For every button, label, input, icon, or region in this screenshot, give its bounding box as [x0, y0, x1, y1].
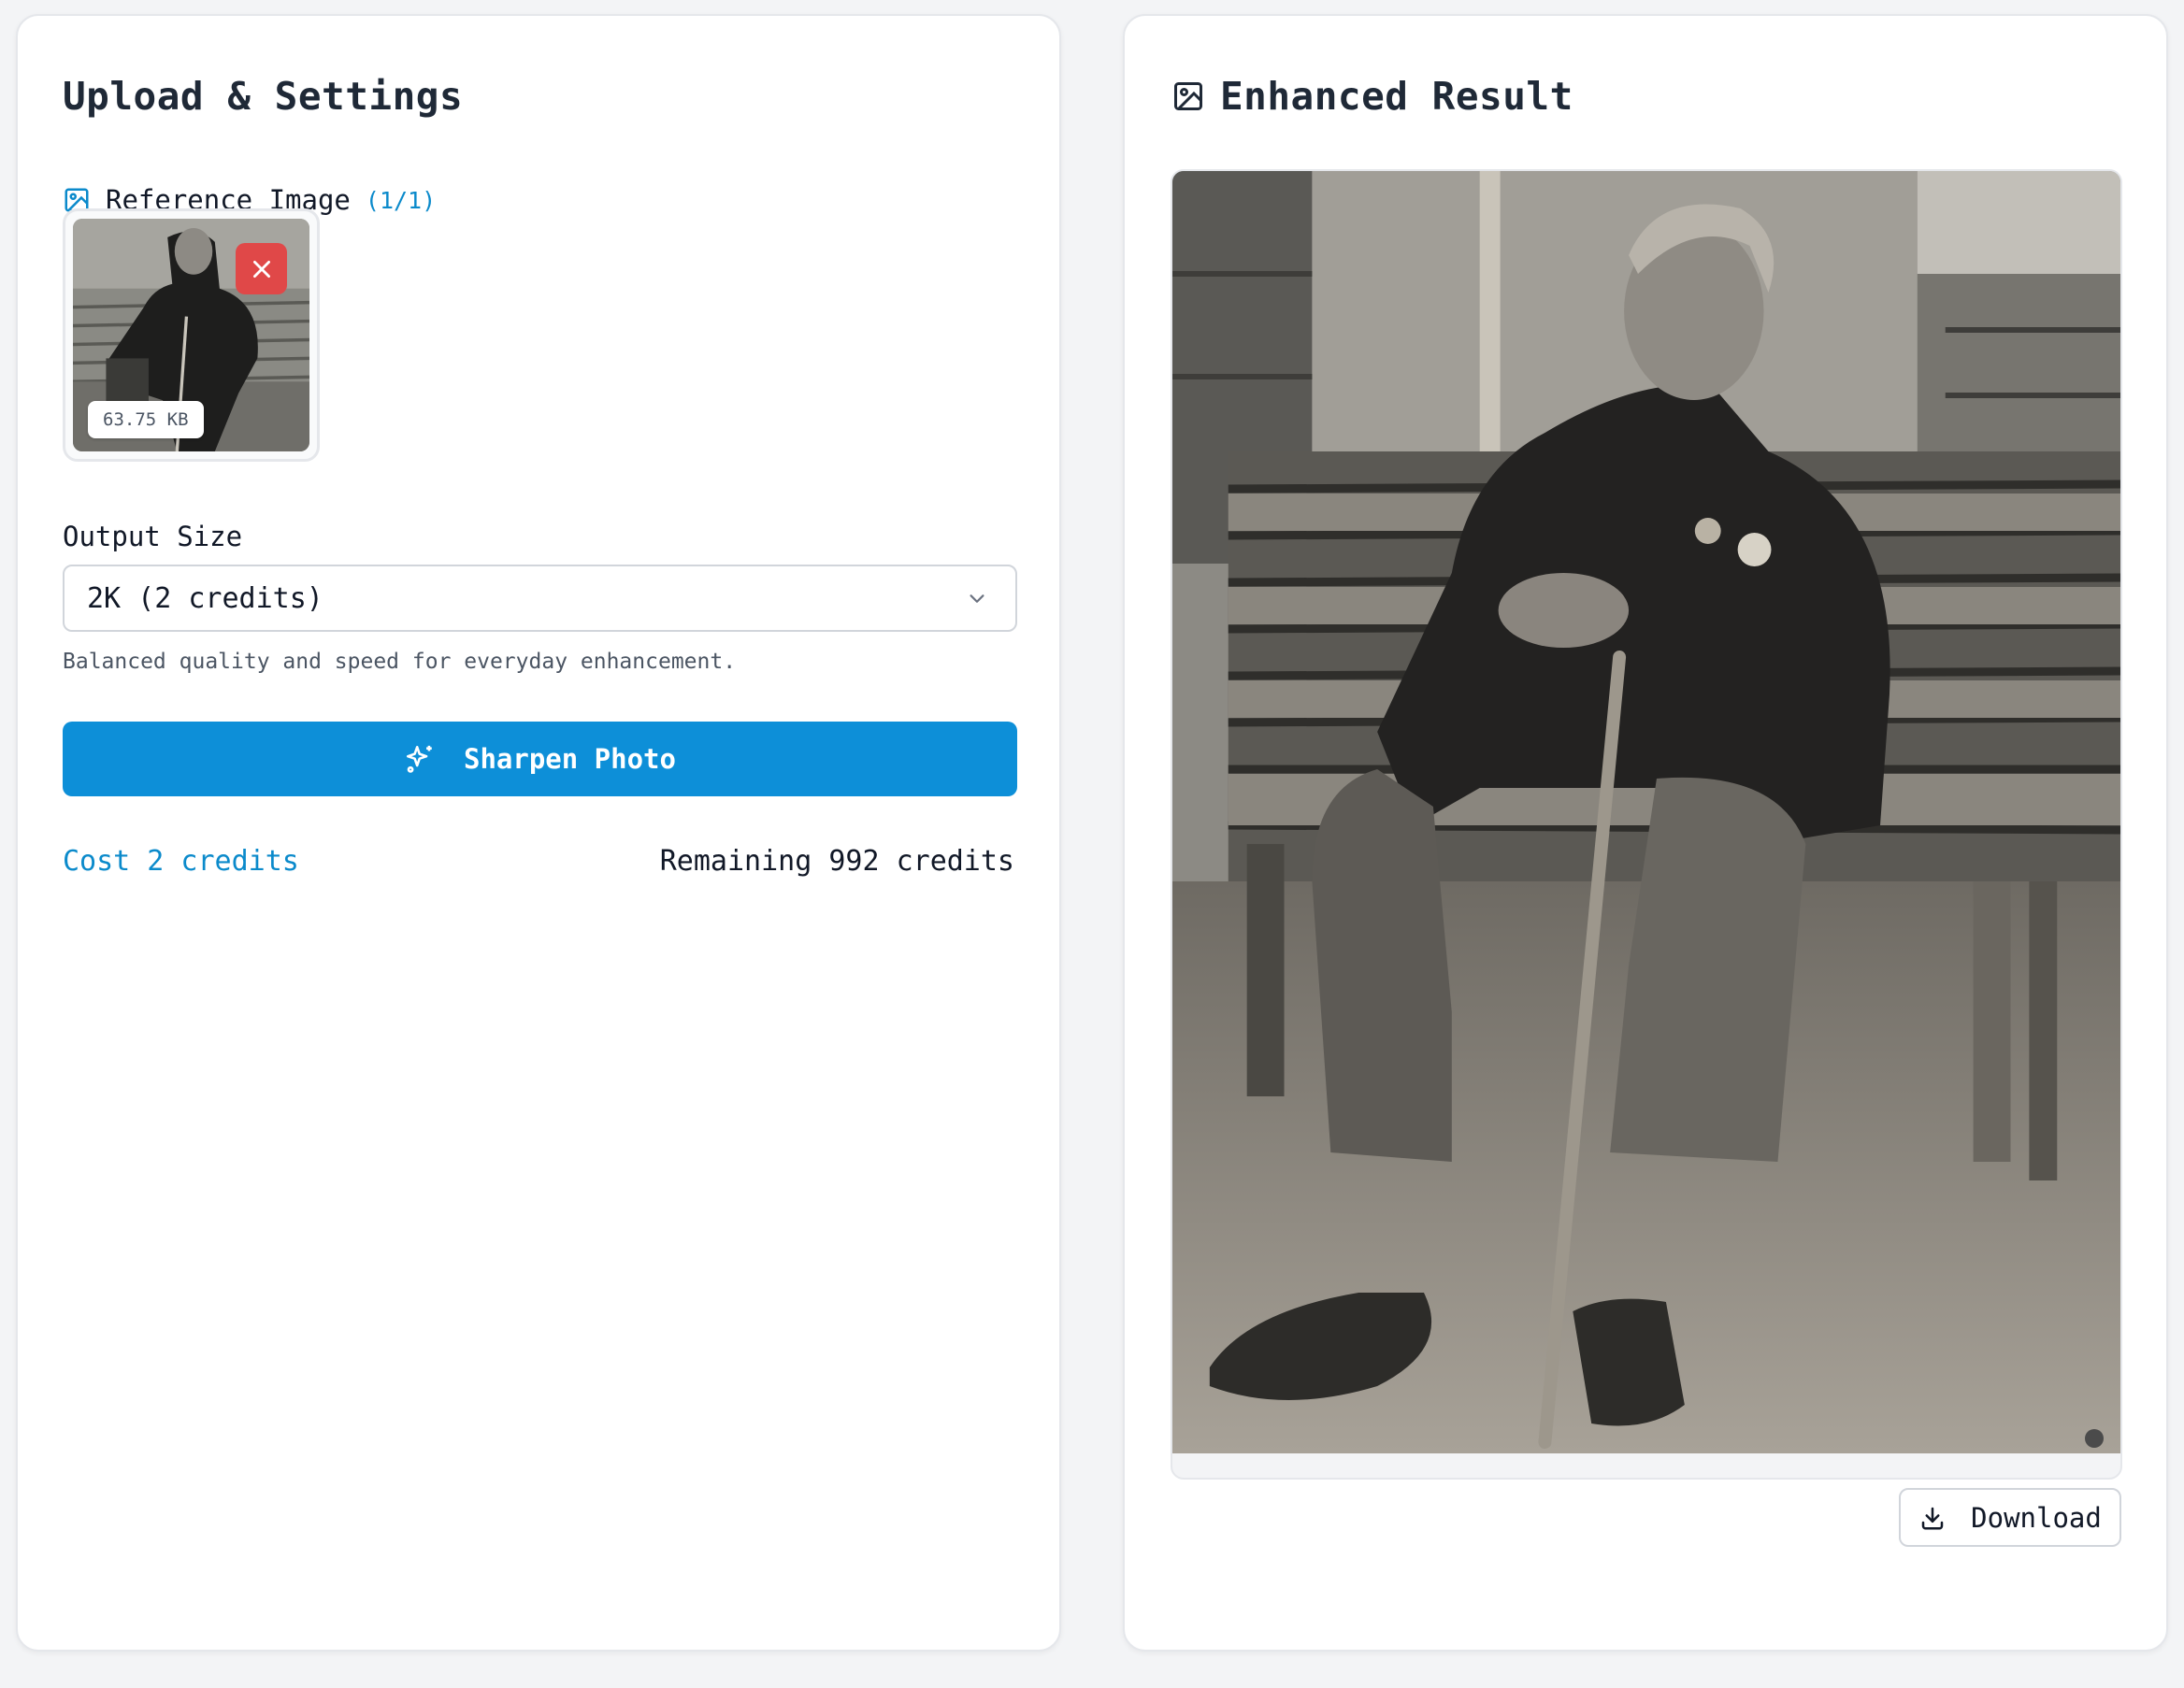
output-size-select[interactable]: 2K (2 credits) [63, 565, 1017, 632]
reference-thumbnail: 63.75 KB [73, 219, 309, 451]
enhanced-result-panel: Enhanced Result Download [1123, 14, 2168, 1652]
cost-text: Cost 2 credits [63, 845, 299, 878]
sparkles-icon [406, 745, 432, 773]
enhanced-result-title: Enhanced Result [1220, 74, 1573, 119]
chevron-down-icon [970, 594, 984, 603]
output-size-hint: Balanced quality and speed for everyday … [63, 650, 737, 674]
upload-settings-panel: Upload & Settings Reference Image (1/1) [16, 14, 1061, 1652]
close-icon [252, 260, 270, 278]
file-size-badge: 63.75 KB [88, 401, 204, 438]
remaining-credits: Remaining 992 credits [659, 845, 1014, 878]
output-size-value: 2K (2 credits) [87, 581, 323, 615]
panel-title: Upload & Settings [63, 74, 463, 119]
sharpen-photo-button[interactable]: Sharpen Photo [63, 722, 1017, 796]
download-button[interactable]: Download [1899, 1488, 2121, 1547]
reference-thumbnail-card[interactable]: 63.75 KB [63, 208, 320, 462]
reference-count: (1/1) [365, 186, 437, 214]
download-label: Download [1971, 1501, 2102, 1534]
sharpen-photo-label: Sharpen Photo [464, 743, 676, 775]
download-icon [1921, 1507, 1944, 1529]
image-icon [1174, 82, 1202, 110]
carousel-dot[interactable] [2085, 1429, 2104, 1448]
output-size-label: Output Size [63, 521, 243, 552]
enhanced-photo [1172, 171, 2120, 1453]
upload-settings-title: Upload & Settings [63, 74, 464, 119]
enhanced-image-frame [1171, 169, 2122, 1480]
remove-image-button[interactable] [236, 243, 287, 294]
panel-title: Enhanced Result [1171, 74, 1573, 119]
